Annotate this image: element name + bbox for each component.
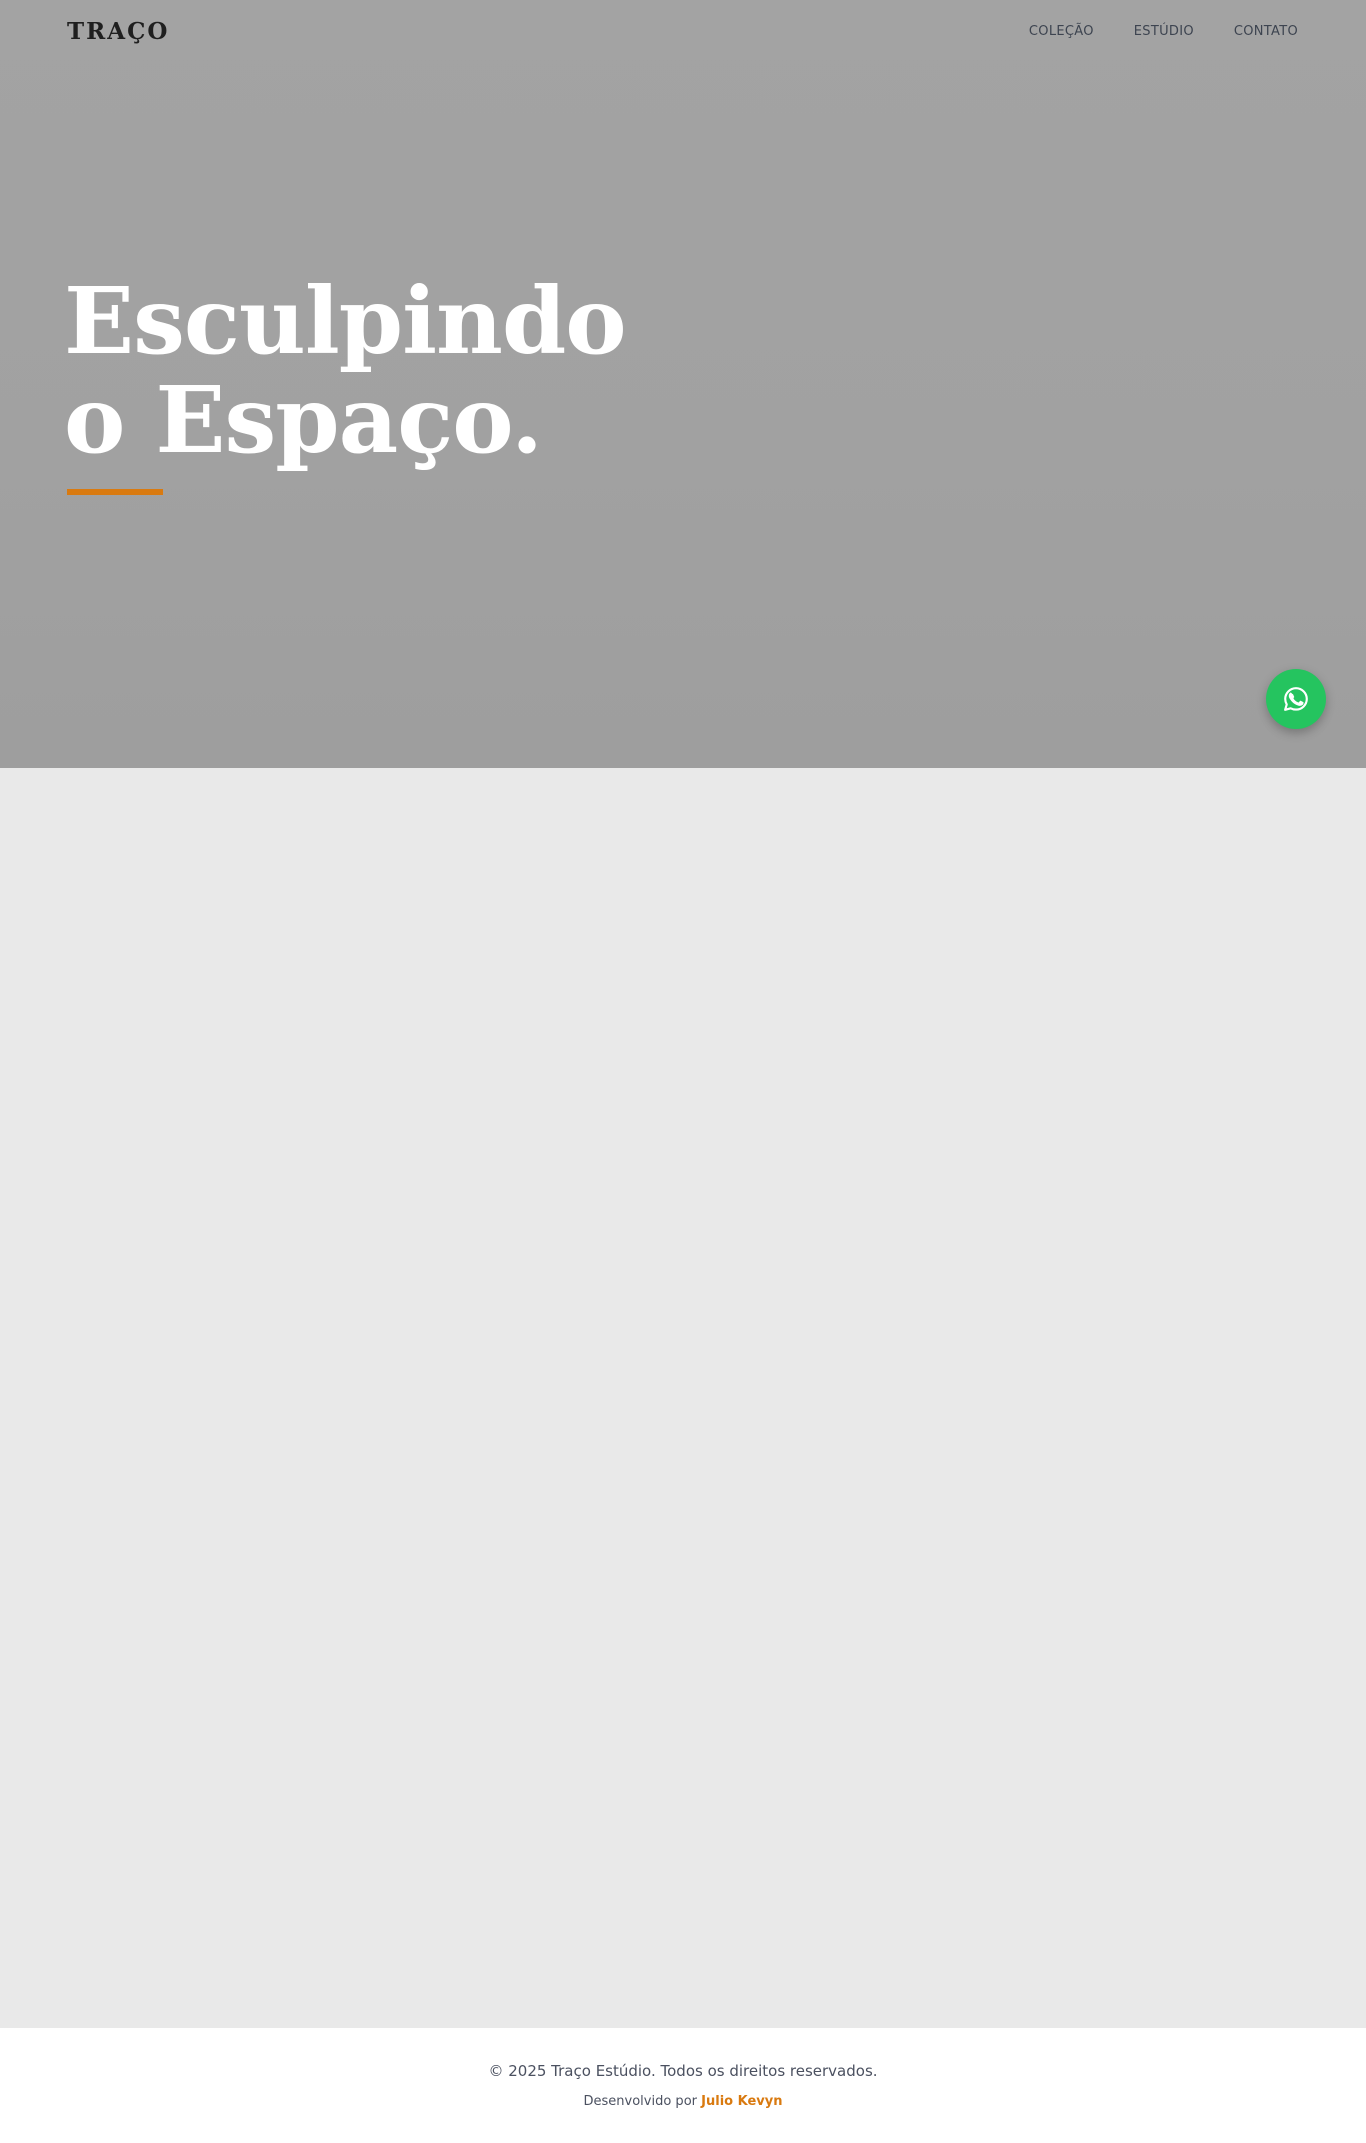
footer-credit-prefix: Desenvolvido por (583, 2094, 697, 2109)
footer-credit: Desenvolvido por Julio Kevyn (0, 2094, 1366, 2109)
footer-copyright: © 2025 Traço Estúdio. Todos os direitos … (488, 2062, 878, 2080)
whatsapp-icon (1284, 687, 1308, 711)
nav-link-contato[interactable]: CONTATO (1234, 24, 1298, 39)
site-logo[interactable]: TRAÇO (67, 18, 169, 45)
hero-title-line-2: o Espaço. (64, 366, 543, 474)
top-navbar: TRAÇO COLEÇÃO ESTÚDIO CONTATO (0, 0, 1366, 66)
whatsapp-button[interactable] (1266, 669, 1326, 729)
hero-title: Esculpindo o Espaço. (64, 267, 627, 474)
site-footer: © 2025 Traço Estúdio. Todos os direitos … (0, 2028, 1366, 2143)
content-area (0, 768, 1366, 2028)
nav-link-estudio[interactable]: ESTÚDIO (1134, 24, 1194, 39)
hero-section: TRAÇO COLEÇÃO ESTÚDIO CONTATO Esculpindo… (0, 0, 1366, 768)
nav-links: COLEÇÃO ESTÚDIO CONTATO (1029, 24, 1298, 39)
nav-link-colecao[interactable]: COLEÇÃO (1029, 24, 1094, 39)
hero-title-line-1: Esculpindo (64, 267, 627, 375)
hero-accent-bar (67, 489, 163, 495)
footer-credit-link[interactable]: Julio Kevyn (701, 2094, 782, 2109)
